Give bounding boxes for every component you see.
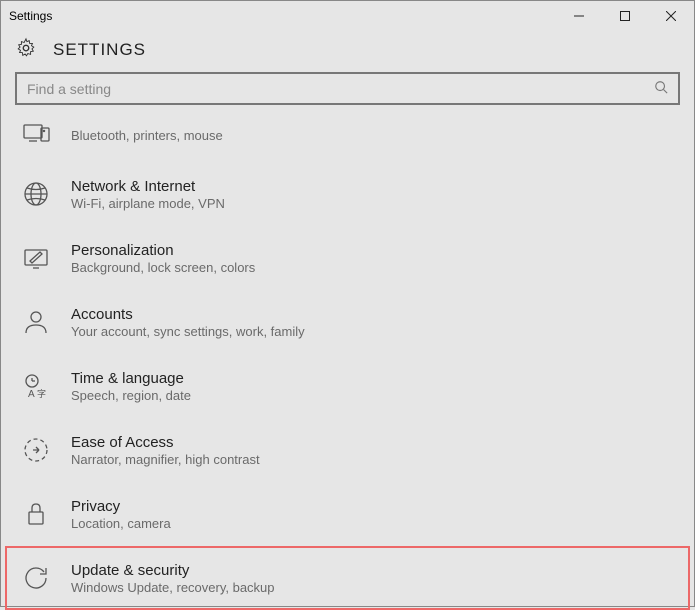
time-language-icon: A字 — [19, 369, 53, 403]
search-input[interactable] — [27, 81, 654, 97]
svg-text:字: 字 — [37, 388, 46, 399]
person-icon — [19, 305, 53, 339]
search-box[interactable] — [15, 72, 680, 105]
category-network[interactable]: Network & Internet Wi-Fi, airplane mode,… — [5, 162, 690, 226]
category-title: Update & security — [71, 562, 275, 579]
category-subtitle: Narrator, magnifier, high contrast — [71, 452, 260, 467]
category-subtitle: Location, camera — [71, 516, 171, 531]
category-time-language[interactable]: A字 Time & language Speech, region, date — [5, 354, 690, 418]
category-title: Network & Internet — [71, 178, 225, 195]
category-update-security[interactable]: Update & security Windows Update, recove… — [5, 546, 690, 610]
gear-icon — [15, 37, 37, 62]
category-ease-of-access[interactable]: Ease of Access Narrator, magnifier, high… — [5, 418, 690, 482]
category-title: Personalization — [71, 242, 255, 259]
search-icon — [654, 80, 668, 97]
category-privacy[interactable]: Privacy Location, camera — [5, 482, 690, 546]
category-title: Privacy — [71, 498, 171, 515]
category-title: Accounts — [71, 306, 305, 323]
category-subtitle: Speech, region, date — [71, 388, 191, 403]
minimize-button[interactable] — [556, 1, 602, 31]
category-subtitle: Background, lock screen, colors — [71, 260, 255, 275]
titlebar: Settings — [1, 1, 694, 31]
close-button[interactable] — [648, 1, 694, 31]
category-devices[interactable]: Bluetooth, printers, mouse — [5, 113, 690, 162]
settings-list: Bluetooth, printers, mouse Network & Int… — [1, 113, 694, 610]
category-subtitle: Wi-Fi, airplane mode, VPN — [71, 196, 225, 211]
lock-icon — [19, 497, 53, 531]
category-subtitle: Your account, sync settings, work, famil… — [71, 324, 305, 339]
category-title: Ease of Access — [71, 434, 260, 451]
svg-text:A: A — [28, 389, 35, 400]
globe-icon — [19, 177, 53, 211]
category-subtitle: Windows Update, recovery, backup — [71, 580, 275, 595]
window-controls — [556, 1, 694, 31]
ease-of-access-icon — [19, 433, 53, 467]
category-accounts[interactable]: Accounts Your account, sync settings, wo… — [5, 290, 690, 354]
personalize-icon — [19, 241, 53, 275]
page-title: SETTINGS — [53, 40, 146, 60]
header: SETTINGS — [1, 31, 694, 72]
devices-icon — [19, 117, 53, 151]
update-icon — [19, 561, 53, 595]
category-subtitle: Bluetooth, printers, mouse — [71, 128, 223, 143]
maximize-button[interactable] — [602, 1, 648, 31]
window-title: Settings — [9, 9, 52, 23]
category-personalization[interactable]: Personalization Background, lock screen,… — [5, 226, 690, 290]
category-title: Time & language — [71, 370, 191, 387]
